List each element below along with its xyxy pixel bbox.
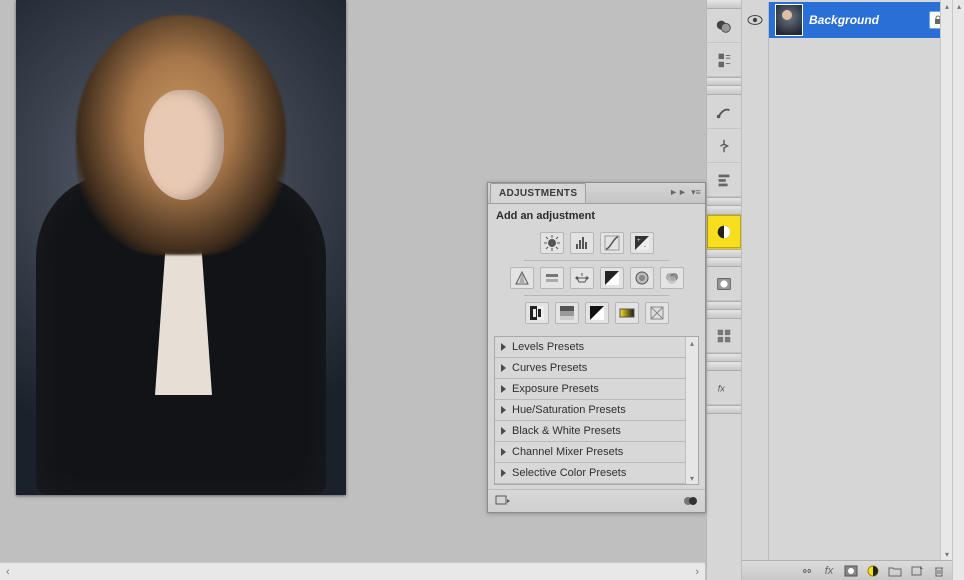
preset-hue-saturation[interactable]: Hue/Saturation Presets: [495, 400, 698, 421]
adjustments-body: Add an adjustment +-: [488, 204, 705, 489]
preset-label: Curves Presets: [512, 362, 587, 374]
adjustments-tabbar: ADJUSTMENTS ►► ▾≡: [488, 183, 705, 204]
color-balance-icon[interactable]: [570, 267, 594, 289]
preset-label: Black & White Presets: [512, 425, 621, 437]
clone-source-icon[interactable]: [707, 129, 741, 163]
preset-scrollbar[interactable]: ▴ ▾: [685, 337, 698, 484]
scroll-down-icon[interactable]: ▾: [686, 472, 698, 484]
disclosure-triangle-icon: [501, 343, 506, 351]
visibility-toggle[interactable]: [742, 2, 769, 38]
adjustments-heading: Add an adjustment: [494, 210, 699, 228]
black-white-icon[interactable]: [600, 267, 624, 289]
levels-icon[interactable]: [570, 232, 594, 254]
scroll-up-icon[interactable]: ▴: [686, 337, 698, 349]
adjustments-icon[interactable]: [707, 215, 741, 249]
document-image[interactable]: [16, 0, 346, 495]
window-vertical-scrollbar[interactable]: ▴: [952, 0, 964, 580]
hue-saturation-icon[interactable]: [540, 267, 564, 289]
disclosure-triangle-icon: [501, 448, 506, 456]
collapse-icon[interactable]: ►►: [671, 185, 685, 199]
adjustments-footer: [488, 489, 705, 512]
preset-label: Selective Color Presets: [512, 467, 626, 479]
preset-list: Levels Presets Curves Presets Exposure P…: [494, 336, 699, 485]
trash-icon[interactable]: [929, 563, 949, 579]
layers-panel: Background ▴ ▾ fx: [741, 0, 953, 580]
layers-list[interactable]: Background: [742, 2, 953, 560]
mask-panel-icon[interactable]: [707, 267, 741, 301]
strip-gripper[interactable]: [707, 0, 741, 9]
disclosure-triangle-icon: [501, 406, 506, 414]
disclosure-triangle-icon: [501, 385, 506, 393]
layers-empty-area[interactable]: [768, 38, 941, 560]
preset-label: Exposure Presets: [512, 383, 599, 395]
adjustments-row-3: [494, 298, 699, 328]
horizontal-scrollbar[interactable]: ‹ ›: [0, 562, 705, 580]
channel-mixer-icon[interactable]: [660, 267, 684, 289]
link-icon[interactable]: [797, 563, 817, 579]
portrait-face: [144, 90, 224, 200]
panel-menu-icon[interactable]: ▾≡: [689, 185, 703, 199]
threshold-icon[interactable]: [585, 302, 609, 324]
tab-adjustments[interactable]: ADJUSTMENTS: [490, 183, 586, 203]
curves-icon[interactable]: [600, 232, 624, 254]
photo-filter-icon[interactable]: [630, 267, 654, 289]
adjustments-row-2: [494, 263, 699, 293]
brush-preset-icon[interactable]: [707, 95, 741, 129]
preset-label: Hue/Saturation Presets: [512, 404, 626, 416]
styles-panel-icon[interactable]: fx: [707, 371, 741, 405]
scroll-up-icon[interactable]: ▴: [953, 0, 964, 12]
vibrance-icon[interactable]: [510, 267, 534, 289]
exposure-icon[interactable]: +-: [630, 232, 654, 254]
tool-preset-icon[interactable]: [707, 163, 741, 197]
preset-selective-color[interactable]: Selective Color Presets: [495, 463, 698, 484]
selective-color-icon[interactable]: [645, 302, 669, 324]
paragraph-styles-icon[interactable]: [707, 43, 741, 77]
layers-footer: fx: [742, 560, 953, 580]
svg-text:-: -: [644, 244, 646, 250]
invert-icon[interactable]: [525, 302, 549, 324]
disclosure-triangle-icon: [501, 469, 506, 477]
adjustments-row-1: +-: [494, 228, 699, 258]
new-layer-icon[interactable]: [907, 563, 927, 579]
scroll-right-icon[interactable]: ›: [695, 566, 699, 578]
gradient-map-icon[interactable]: [615, 302, 639, 324]
preset-channel-mixer[interactable]: Channel Mixer Presets: [495, 442, 698, 463]
panel-icon-strip: fx: [706, 0, 742, 580]
posterize-icon[interactable]: [555, 302, 579, 324]
visibility-gutter: [742, 38, 769, 560]
mask-icon[interactable]: [841, 563, 861, 579]
preset-levels[interactable]: Levels Presets: [495, 337, 698, 358]
clip-to-layer-icon[interactable]: [681, 493, 699, 509]
preset-label: Channel Mixer Presets: [512, 446, 623, 458]
scroll-left-icon[interactable]: ‹: [6, 566, 10, 578]
preset-curves[interactable]: Curves Presets: [495, 358, 698, 379]
layer-name-label[interactable]: Background: [809, 13, 929, 27]
brightness-contrast-icon[interactable]: [540, 232, 564, 254]
disclosure-triangle-icon: [501, 427, 506, 435]
group-icon[interactable]: [885, 563, 905, 579]
preset-black-white[interactable]: Black & White Presets: [495, 421, 698, 442]
layer-thumbnail[interactable]: [775, 4, 803, 36]
svg-text:fx: fx: [718, 383, 726, 393]
layer-row-background[interactable]: Background: [742, 2, 953, 38]
svg-text:+: +: [637, 238, 641, 244]
color-swatches-icon[interactable]: [707, 9, 741, 43]
adjustment-icon[interactable]: [863, 563, 883, 579]
expand-view-icon[interactable]: [494, 493, 512, 509]
disclosure-triangle-icon: [501, 364, 506, 372]
adjustments-panel[interactable]: ADJUSTMENTS ►► ▾≡ Add an adjustment +-: [487, 182, 706, 513]
channels-panel-icon[interactable]: [707, 319, 741, 353]
preset-exposure[interactable]: Exposure Presets: [495, 379, 698, 400]
fx-icon[interactable]: fx: [819, 563, 839, 579]
preset-label: Levels Presets: [512, 341, 584, 353]
